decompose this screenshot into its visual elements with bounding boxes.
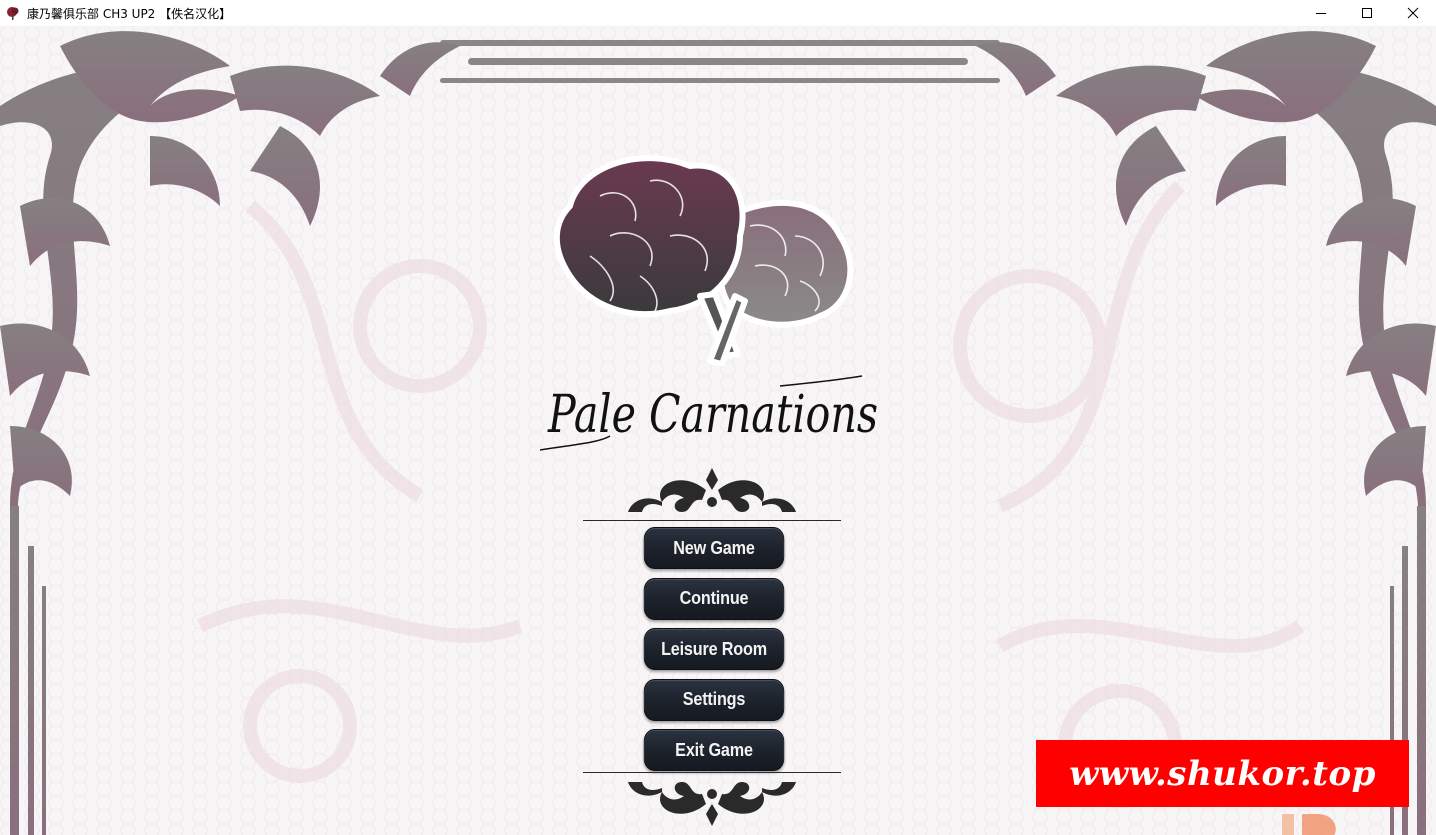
window-title: 康乃馨俱乐部 CH3 UP2 【佚名汉化】 [27, 6, 232, 21]
main-menu: New Game Continue Leisure Room Settings … [636, 527, 792, 780]
game-main-menu: Pale Carnations New Game Continue Leisur… [0, 26, 1436, 835]
close-button[interactable] [1390, 0, 1436, 26]
game-title-text: Pale Carnations [547, 385, 878, 445]
settings-button[interactable]: Settings [643, 678, 785, 721]
minimize-icon [1316, 13, 1326, 14]
app-icon [7, 7, 19, 20]
carnation-flower-icon [553, 155, 854, 366]
window-titlebar: 康乃馨俱乐部 CH3 UP2 【佚名汉化】 [0, 0, 1436, 26]
minimize-button[interactable] [1298, 0, 1344, 26]
window-controls [1298, 0, 1436, 26]
maximize-icon [1362, 8, 1372, 18]
new-game-button[interactable]: New Game [643, 527, 785, 569]
exit-game-button[interactable]: Exit Game [643, 729, 785, 771]
menu-top-divider [583, 520, 841, 521]
continue-button[interactable]: Continue [643, 577, 785, 620]
watermark-text: www.shukor.top [1069, 753, 1376, 794]
game-title-logo: Pale Carnations [540, 375, 878, 451]
corner-brand-logo [1282, 814, 1336, 835]
menu-bottom-divider [583, 772, 841, 773]
maximize-button[interactable] [1344, 0, 1390, 26]
close-icon [1407, 7, 1419, 19]
watermark-banner: www.shukor.top [1036, 740, 1409, 807]
leisure-room-button[interactable]: Leisure Room [643, 628, 785, 670]
